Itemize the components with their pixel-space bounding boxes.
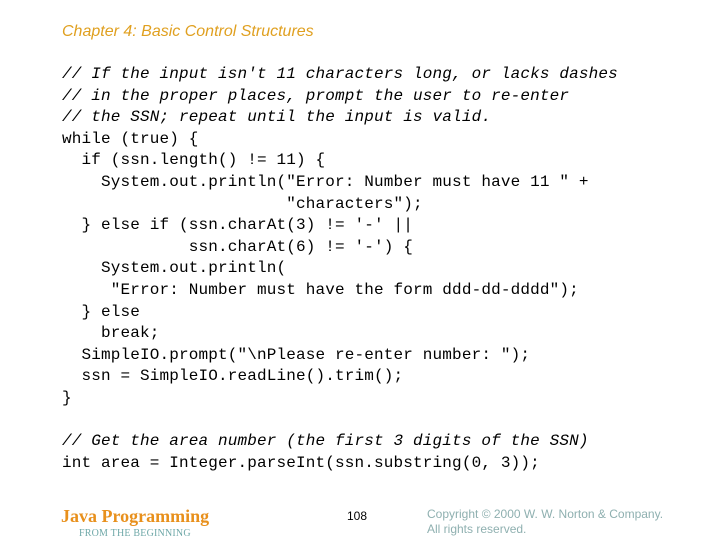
code-line: System.out.println("Error: Number must h…	[62, 172, 589, 191]
code-line: SimpleIO.prompt("\nPlease re-enter numbe…	[62, 345, 531, 364]
copyright-line-1: Copyright © 2000 W. W. Norton & Company.	[427, 507, 664, 521]
code-line: // Get the area number (the first 3 digi…	[62, 432, 589, 450]
code-line: while (true) {	[62, 129, 199, 148]
code-block: // If the input isn't 11 characters long…	[62, 64, 618, 410]
code-line: // the SSN; repeat until the input is va…	[62, 108, 492, 127]
code-line: // If the input isn't 11 characters long…	[62, 65, 618, 83]
code-line: ssn = SimpleIO.readLine().trim();	[62, 367, 404, 386]
code-block-area: // Get the area number (the first 3 digi…	[62, 431, 589, 474]
code-line: } else if (ssn.charAt(3) != '-' ||	[62, 216, 414, 235]
code-line: break;	[62, 324, 160, 343]
footer-brand-title: Java Programming	[61, 506, 210, 526]
code-line: // in the proper places, prompt the user…	[62, 86, 570, 105]
code-line: if (ssn.length() != 11) {	[62, 151, 326, 170]
chapter-title: Chapter 4: Basic Control Structures	[62, 23, 314, 40]
copyright: Copyright © 2000 W. W. Norton & Company.…	[427, 507, 663, 537]
code-line: } else	[62, 302, 141, 321]
code-line: "Error: Number must have the form ddd-dd…	[62, 280, 579, 299]
code-line: "characters");	[62, 194, 423, 213]
footer-brand-subtitle: FROM THE BEGINNING	[79, 528, 191, 539]
page-number: 108	[347, 509, 368, 523]
code-line: int area = Integer.parseInt(ssn.substrin…	[62, 453, 540, 472]
code-line: }	[62, 388, 72, 407]
code-line: ssn.charAt(6) != '-') {	[62, 237, 414, 256]
code-line: System.out.println(	[62, 259, 287, 278]
copyright-line-2: All rights reserved.	[427, 522, 527, 536]
